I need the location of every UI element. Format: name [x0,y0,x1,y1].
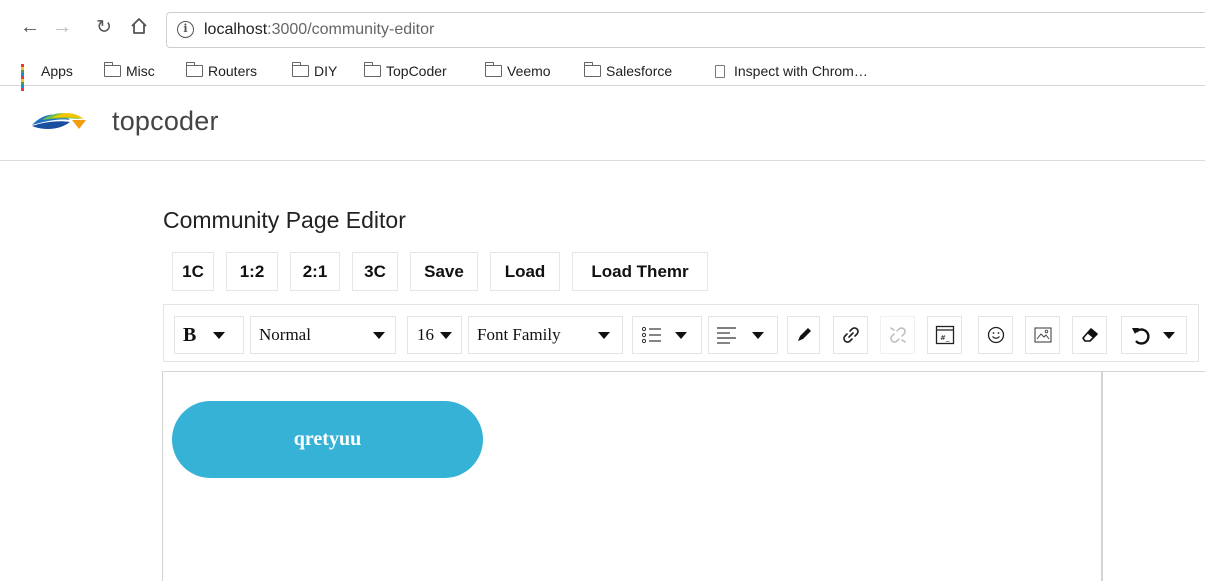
bold-label: B [183,323,197,346]
bookmark-label: Routers [208,63,258,79]
embed-button[interactable]: #_ [927,316,962,354]
topcoder-logo[interactable]: topcoder [30,106,219,137]
save-button[interactable]: Save [410,252,478,291]
undo-icon [1132,328,1150,345]
bookmark-topcoder[interactable]: TopCoder [364,59,447,83]
canvas-button-block[interactable]: qretyuu [172,401,483,478]
layout-2-1-button[interactable]: 2:1 [290,252,340,291]
image-icon [1033,327,1052,343]
folder-icon [292,62,309,77]
url-path: :3000/community-editor [267,21,435,38]
layout-3c-button[interactable]: 3C [352,252,398,291]
browser-nav-bar: ← → ↻ i localhost:3000/community-editor [0,0,1205,58]
font-size-dropdown[interactable]: 16 [407,316,462,354]
bookmark-label: DIY [314,63,338,79]
bookmark-label: Inspect with Chrom… [734,63,868,79]
url-host: localhost [204,21,268,38]
block-type-value: Normal [259,325,311,344]
apps-grid-icon [21,63,36,91]
caret-down-icon [675,331,687,339]
layout-1c-button[interactable]: 1C [172,252,214,291]
url-text[interactable]: localhost:3000/community-editor [204,21,434,39]
page-icon [715,64,725,78]
site-header: topcoder [0,87,1205,161]
font-size-value: 16 [417,325,434,344]
logo-text: topcoder [112,106,219,136]
pen-icon [797,328,811,341]
align-dropdown[interactable] [708,316,778,354]
link-button[interactable] [833,316,868,354]
caret-down-icon [598,331,610,339]
back-arrow-icon[interactable]: ← [20,17,40,37]
load-button[interactable]: Load [490,252,560,291]
bookmark-label: Veemo [507,63,551,79]
caret-down-icon [752,331,764,339]
unlink-icon [889,327,906,343]
bookmark-misc[interactable]: Misc [104,59,155,83]
eraser-icon [1081,328,1098,342]
block-type-dropdown[interactable]: Normal [250,316,396,354]
folder-icon [584,62,601,77]
editor-toolbar: B Normal 16 Font Family #_ [163,304,1199,362]
bookmark-diy[interactable]: DIY [292,59,337,83]
reload-icon[interactable]: ↻ [96,18,112,38]
embed-icon: #_ [935,325,954,345]
right-column[interactable] [1101,371,1205,581]
folder-icon [485,62,502,77]
bookmark-inspect[interactable]: Inspect with Chrom… [715,59,868,83]
caret-down-icon [1163,331,1175,339]
link-icon [842,327,859,343]
color-picker-button[interactable] [787,316,820,354]
bookmark-apps[interactable]: Apps [21,59,73,91]
layout-1-2-button[interactable]: 1:2 [226,252,278,291]
topcoder-logo-icon [32,112,86,129]
bookmark-routers[interactable]: Routers [186,59,257,83]
unlink-button[interactable] [880,316,915,354]
folder-icon [364,62,381,77]
bookmark-label: Misc [126,63,155,79]
bookmark-label: TopCoder [386,63,447,79]
image-button[interactable] [1025,316,1060,354]
home-icon[interactable] [130,17,148,39]
bookmark-salesforce[interactable]: Salesforce [584,59,672,83]
list-dropdown[interactable] [632,316,702,354]
caret-down-icon [373,331,385,339]
svg-text:#_: #_ [940,334,950,342]
caret-down-icon [213,331,226,339]
align-left-icon [717,327,736,344]
forward-arrow-icon[interactable]: → [52,17,72,37]
history-dropdown[interactable] [1121,316,1187,354]
folder-icon [186,62,203,77]
folder-icon [104,62,121,77]
emoji-button[interactable] [978,316,1013,354]
bookmark-veemo[interactable]: Veemo [485,59,551,83]
bookmarks-bar: Apps Misc Routers DIY TopCoder Veemo Sal… [0,58,1205,91]
remove-formatting-button[interactable] [1072,316,1107,354]
font-family-value: Font Family [477,325,561,344]
address-bar[interactable]: i localhost:3000/community-editor [166,12,1205,48]
font-family-dropdown[interactable]: Font Family [468,316,623,354]
load-themr-button[interactable]: Load Themr [572,252,708,291]
caret-down-icon [440,331,452,339]
list-icon [641,326,661,344]
bookmark-label: Salesforce [606,63,673,79]
smiley-icon [987,326,1004,344]
bold-dropdown[interactable]: B [174,316,244,354]
info-icon[interactable]: i [177,21,194,38]
bookmark-label: Apps [41,63,73,79]
page-title: Community Page Editor [163,207,406,233]
